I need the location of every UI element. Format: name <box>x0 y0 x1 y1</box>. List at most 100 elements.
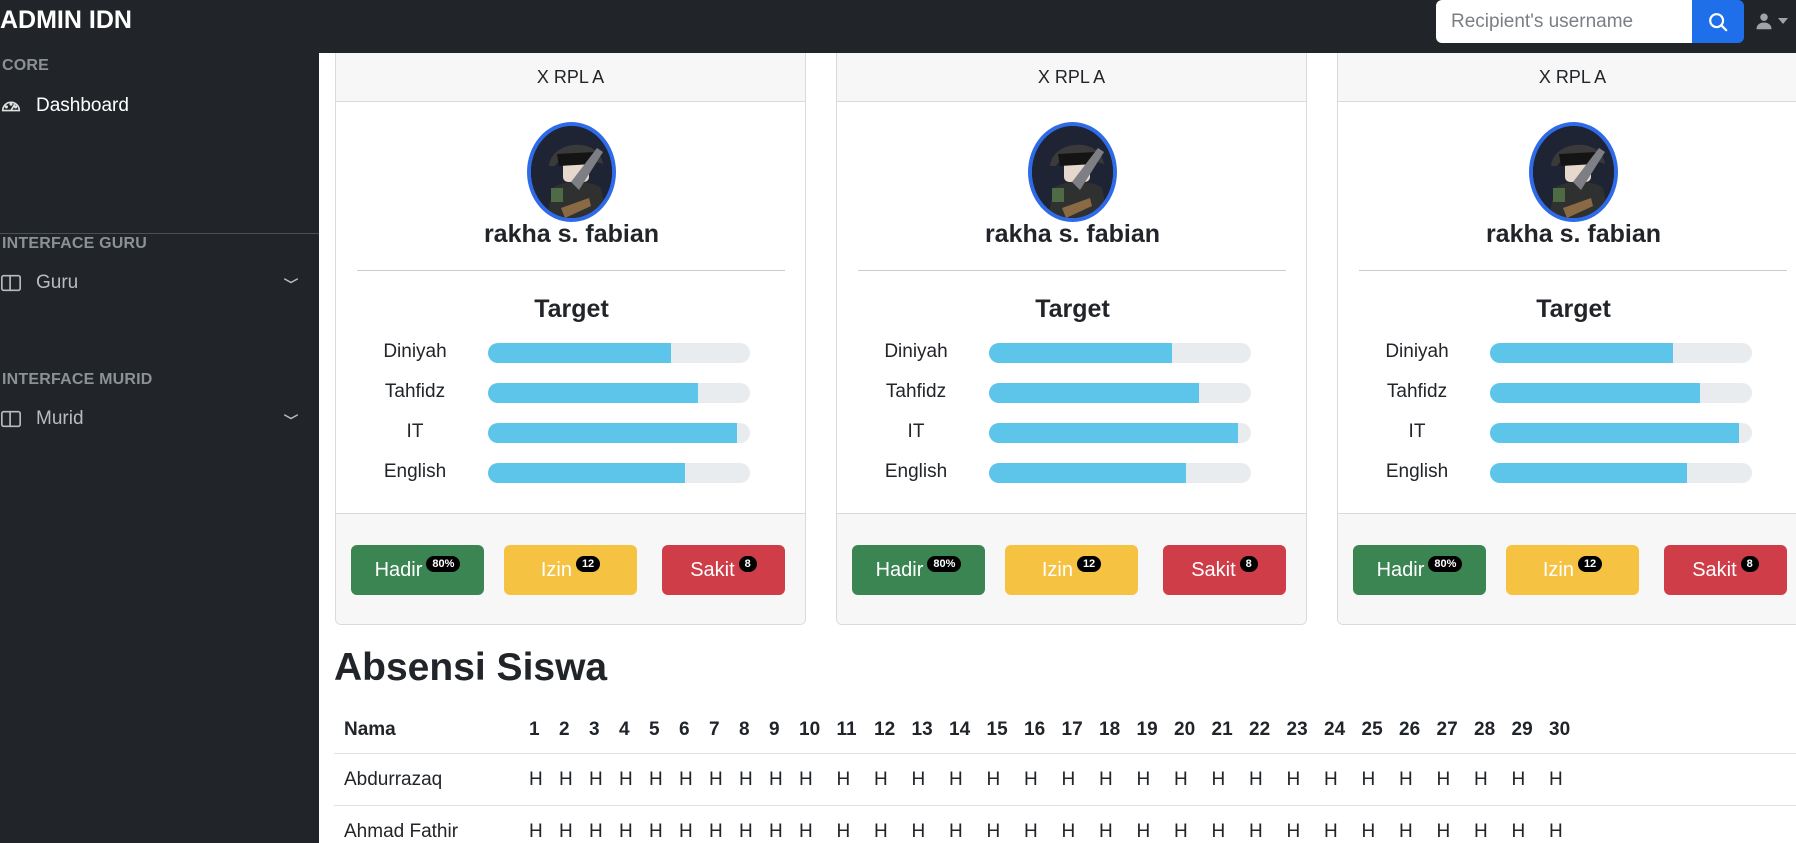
progress-row: Diniyah <box>1338 339 1796 365</box>
progress-bar-fill <box>989 463 1186 483</box>
search-button[interactable] <box>1692 0 1744 43</box>
sakit-button[interactable]: Sakit 8 <box>662 545 785 595</box>
attendance-cell: H <box>709 821 723 842</box>
izin-button[interactable]: Izin 12 <box>1005 545 1138 595</box>
day-column-header: 20 <box>1174 719 1196 740</box>
hadir-label: Hadir <box>875 558 924 581</box>
attendance-cell: H <box>911 821 926 842</box>
attendance-cell: H <box>1474 769 1488 790</box>
day-column-header: 5 <box>649 719 660 740</box>
progress-bar-fill <box>488 343 672 363</box>
attendance-cell: H <box>529 769 543 790</box>
attendance-cell: H <box>836 769 851 790</box>
day-column-header: 11 <box>836 719 857 740</box>
progress-row: Diniyah <box>336 339 805 365</box>
attendance-cell: H <box>1061 769 1076 790</box>
progress-row: IT <box>336 419 805 445</box>
progress-label: English <box>884 461 948 482</box>
progress-label: IT <box>907 421 925 442</box>
card-footer: Hadir 80% Izin 12 Sakit 8 <box>336 513 805 624</box>
izin-label: Izin <box>1041 558 1073 581</box>
day-column-header: 13 <box>911 719 933 740</box>
day-column-header: 2 <box>559 719 570 740</box>
user-menu-toggle[interactable] <box>1755 12 1789 30</box>
progress-row: English <box>837 459 1306 485</box>
sidebar-item-label: Dashboard <box>36 95 129 116</box>
attendance-cell: H <box>529 821 543 842</box>
attendance-cell: H <box>619 769 633 790</box>
sidebar-item-dashboard[interactable]: Dashboard <box>0 91 300 121</box>
sidebar-heading-murid: INTERFACE MURID <box>2 371 153 388</box>
attendance-cell: H <box>1249 769 1263 790</box>
day-column-header: 14 <box>949 719 971 740</box>
attendance-cell: H <box>1024 769 1038 790</box>
attendance-cell: H <box>1099 821 1113 842</box>
attendance-cell: H <box>1399 769 1413 790</box>
day-column-header: 17 <box>1061 719 1083 740</box>
student-name-cell: Abdurrazaq <box>344 769 443 790</box>
student-avatar <box>1028 122 1117 222</box>
progress-label: Tahfidz <box>384 381 446 402</box>
day-column-header: 19 <box>1136 719 1158 740</box>
progress-bar-fill <box>989 383 1199 403</box>
avatar-image <box>1032 126 1113 218</box>
progress-bar <box>1490 463 1752 483</box>
brand-title[interactable]: ADMIN IDN <box>0 6 132 35</box>
attendance-cell: H <box>1399 821 1413 842</box>
target-title: Target <box>1536 295 1611 323</box>
attendance-cell: H <box>911 769 926 790</box>
day-column-header: 21 <box>1211 719 1233 740</box>
hadir-button[interactable]: Hadir 80% <box>351 545 484 595</box>
attendance-cell: H <box>1324 821 1338 842</box>
target-title: Target <box>534 295 609 323</box>
hadir-badge: 80% <box>927 556 962 572</box>
sakit-label: Sakit <box>1692 558 1737 581</box>
izin-button[interactable]: Izin 12 <box>1506 545 1639 595</box>
progress-label: Tahfidz <box>885 381 947 402</box>
name-column-header: Nama <box>344 719 396 740</box>
top-navbar: ADMIN IDN <box>0 0 1796 53</box>
card-divider <box>1359 270 1787 271</box>
sidebar-item-label: Guru <box>36 272 79 293</box>
search-icon <box>1709 12 1728 31</box>
hadir-button[interactable]: Hadir 80% <box>852 545 985 595</box>
student-card: X RPL A rakha s. fabian Target Diniyah Ta… <box>836 53 1307 625</box>
izin-badge: 12 <box>1076 556 1102 572</box>
hadir-button[interactable]: Hadir 80% <box>1353 545 1486 595</box>
sidebar-item-murid[interactable]: Murid <box>0 404 300 434</box>
progress-bar-fill <box>989 423 1238 443</box>
day-column-header: 3 <box>589 719 600 740</box>
attendance-cell: H <box>1286 821 1301 842</box>
sakit-button[interactable]: Sakit 8 <box>1664 545 1787 595</box>
attendance-cell: H <box>1174 769 1188 790</box>
student-avatar <box>527 122 616 222</box>
user-icon <box>1756 13 1772 30</box>
search-input[interactable] <box>1436 0 1692 43</box>
attendance-cell: H <box>709 769 723 790</box>
progress-bar-fill <box>1490 343 1674 363</box>
day-column-header: 16 <box>1024 719 1046 740</box>
hadir-badge: 80% <box>1428 556 1463 572</box>
progress-bar <box>488 343 750 363</box>
sakit-badge: 8 <box>738 556 757 572</box>
sakit-button[interactable]: Sakit 8 <box>1163 545 1286 595</box>
progress-row: English <box>336 459 805 485</box>
day-column-header: 6 <box>679 719 690 740</box>
izin-button[interactable]: Izin 12 <box>504 545 637 595</box>
attendance-cell: H <box>1061 821 1076 842</box>
izin-label: Izin <box>540 558 572 581</box>
attendance-cell: H <box>649 821 663 842</box>
attendance-cell: H <box>1436 769 1451 790</box>
sidebar-item-guru[interactable]: Guru <box>0 268 300 298</box>
day-column-header: 12 <box>874 719 896 740</box>
day-column-header: 10 <box>799 719 821 740</box>
search-form <box>1436 0 1744 43</box>
attendance-cell: H <box>1324 769 1338 790</box>
progress-label: IT <box>1408 421 1426 442</box>
avatar-image <box>1533 126 1614 218</box>
sakit-badge: 8 <box>1740 556 1759 572</box>
day-column-header: 26 <box>1399 719 1421 740</box>
progress-bar <box>1490 343 1752 363</box>
attendance-cell: H <box>679 769 693 790</box>
attendance-cell: H <box>1286 769 1301 790</box>
